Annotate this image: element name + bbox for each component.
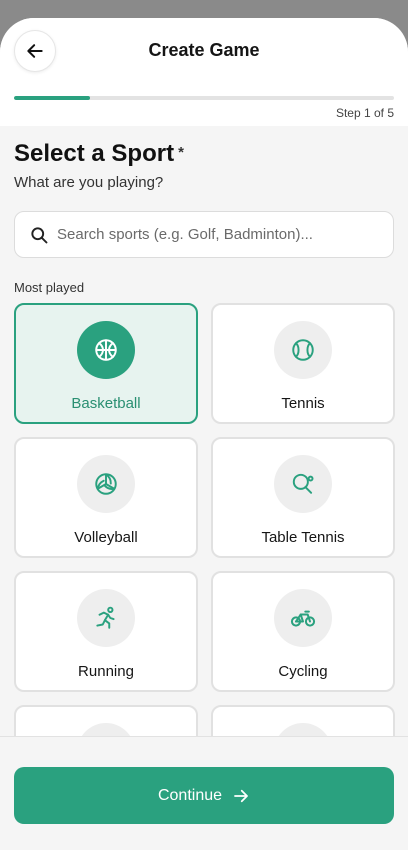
heading-text: Select a Sport [14, 140, 175, 167]
basketball-icon [95, 339, 117, 361]
sport-icon-circle [274, 321, 332, 379]
sport-icon-circle [77, 455, 135, 513]
table-tennis-icon [292, 473, 314, 494]
sport-card-volleyball[interactable]: Volleyball [14, 437, 198, 558]
continue-button[interactable]: Continue [14, 767, 394, 824]
main-content: Select a Sport* What are you playing? Mo… [0, 126, 408, 742]
sport-card-table-tennis[interactable]: Table Tennis [211, 437, 395, 558]
sport-card-basketball[interactable]: Basketball [14, 303, 198, 424]
create-game-sheet: Create Game Step 1 of 5 Select a Sport * … [0, 18, 408, 850]
sport-card-label: Volleyball [74, 529, 138, 546]
arrow-right-icon [232, 787, 250, 805]
sport-card-cycling[interactable]: Cycling [211, 571, 395, 692]
search-icon [31, 226, 48, 243]
sport-icon-circle [274, 455, 332, 513]
section-subheading: What are you playing? [14, 174, 164, 191]
footer: Continue [0, 736, 408, 850]
progress-fill [14, 96, 90, 100]
sport-card-tennis[interactable]: Tennis [211, 303, 395, 424]
continue-label: Continue [157, 786, 223, 804]
sport-card-label: Cycling [278, 663, 328, 680]
sport-card-label: Basketball [71, 395, 141, 412]
volleyball-icon [95, 473, 117, 495]
sport-card-label: Table Tennis [261, 529, 345, 546]
sport-icon-circle [274, 589, 332, 647]
tennis-ball-icon [292, 339, 314, 361]
section-heading: Select a Sport * [14, 140, 184, 168]
sport-icon-circle [77, 321, 135, 379]
search-bar[interactable] [14, 211, 394, 258]
search-input[interactable] [57, 226, 377, 243]
sport-grid: Basketball Tennis Volleyball Table Tenni… [14, 303, 395, 742]
sport-card-running[interactable]: Running [14, 571, 198, 692]
required-mark: * [178, 144, 184, 161]
header: Create Game [0, 18, 408, 84]
sport-card-label: Running [78, 663, 134, 680]
bicycle-icon [290, 610, 316, 627]
most-played-label: Most played [14, 280, 85, 295]
progress-bar [14, 96, 394, 100]
running-icon [96, 606, 115, 629]
progress-section: Step 1 of 5 [0, 84, 408, 126]
sport-icon-circle [77, 589, 135, 647]
sport-card-label: Tennis [281, 395, 325, 412]
step-indicator: Step 1 of 5 [335, 106, 394, 120]
page-title: Create Game [148, 40, 260, 60]
